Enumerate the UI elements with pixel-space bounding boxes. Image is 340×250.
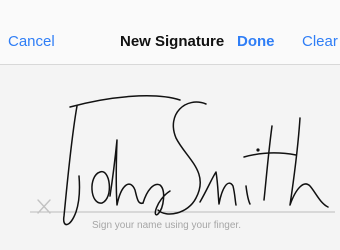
x-mark-icon [37,199,51,214]
signature-hint: Sign your name using your finger. [92,220,241,231]
signature-ink [62,95,329,226]
new-signature-screen: Cancel New Signature Done Clear Sign you… [0,0,340,250]
signature-drawing [30,95,335,226]
signature-dot [256,148,260,152]
